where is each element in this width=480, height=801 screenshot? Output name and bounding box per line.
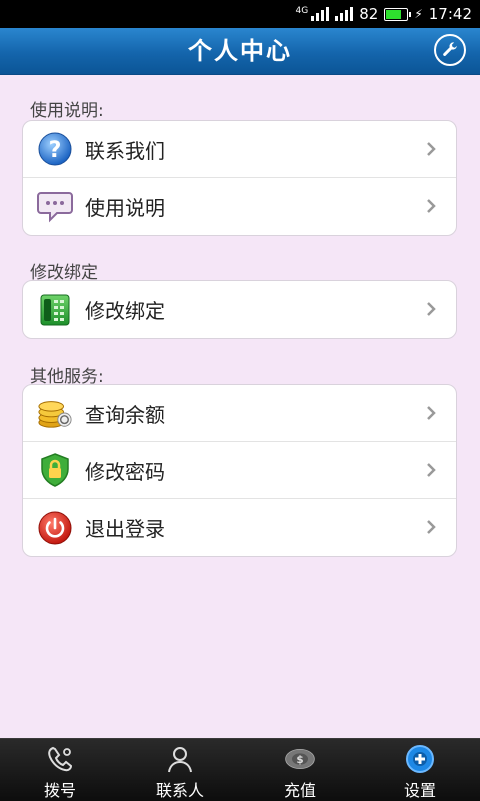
menu-item-modify-binding[interactable]: 修改绑定 bbox=[23, 281, 456, 338]
chevron-right-icon bbox=[427, 302, 436, 316]
tab-settings[interactable]: 设置 bbox=[360, 739, 480, 801]
chevron-right-icon bbox=[427, 520, 436, 534]
card-binding: 修改绑定 bbox=[22, 280, 457, 339]
menu-item-label: 联系我们 bbox=[85, 138, 165, 163]
coins-icon bbox=[37, 395, 73, 431]
menu-item-change-password[interactable]: 修改密码 bbox=[23, 442, 456, 499]
svg-text:?: ? bbox=[49, 138, 62, 163]
lock-shield-icon bbox=[37, 452, 73, 488]
menu-item-label: 修改密码 bbox=[85, 459, 165, 484]
clock: 17:42 bbox=[428, 5, 472, 23]
settings-content: 使用说明: ? 联系我们 使用说明 修改绑定 修改绑定 其他服务: 查询余额 修… bbox=[0, 74, 480, 738]
title-bar: 个人中心 bbox=[0, 28, 480, 75]
bottom-tab-bar: 拨号 联系人 $ 充值 设置 bbox=[0, 738, 480, 801]
menu-item-check-balance[interactable]: 查询余额 bbox=[23, 385, 456, 442]
tab-recharge[interactable]: $ 充值 bbox=[240, 739, 360, 801]
menu-item-label: 使用说明 bbox=[85, 196, 165, 220]
charging-icon: ⚡ bbox=[414, 7, 423, 21]
menu-item-label: 修改绑定 bbox=[85, 299, 165, 323]
contacts-icon bbox=[164, 743, 196, 775]
phone-icon bbox=[37, 292, 73, 328]
page-title: 个人中心 bbox=[188, 37, 292, 65]
tab-label: 联系人 bbox=[155, 781, 204, 800]
tab-label: 充值 bbox=[283, 781, 316, 800]
card-other-services: 查询余额 修改密码 退出登录 bbox=[22, 384, 457, 557]
status-bar: 4G 82 ⚡ 17:42 bbox=[0, 0, 480, 28]
network-type: 4G bbox=[295, 6, 309, 16]
battery-level: 82 bbox=[359, 5, 379, 23]
menu-item-label: 查询余额 bbox=[85, 402, 165, 427]
settings-icon bbox=[404, 743, 436, 775]
wrench-icon[interactable] bbox=[434, 34, 466, 66]
dial-icon bbox=[44, 743, 76, 775]
chevron-right-icon bbox=[427, 142, 436, 156]
menu-item-logout[interactable]: 退出登录 bbox=[23, 499, 456, 556]
menu-item-contact-us[interactable]: ? 联系我们 bbox=[23, 121, 456, 178]
menu-item-instructions[interactable]: 使用说明 bbox=[23, 178, 456, 235]
card-instructions: ? 联系我们 使用说明 bbox=[22, 120, 457, 236]
svg-text:$: $ bbox=[296, 754, 303, 766]
chevron-right-icon bbox=[427, 406, 436, 420]
tab-contacts[interactable]: 联系人 bbox=[120, 739, 240, 801]
battery-icon bbox=[384, 7, 412, 21]
chat-icon bbox=[37, 189, 73, 225]
help-icon: ? bbox=[37, 131, 73, 167]
cell-signal-icon-2 bbox=[335, 7, 354, 21]
chevron-right-icon bbox=[427, 199, 436, 213]
tab-dial[interactable]: 拨号 bbox=[0, 739, 120, 801]
cell-signal-icon bbox=[311, 7, 330, 21]
tab-label: 设置 bbox=[403, 781, 436, 800]
chevron-right-icon bbox=[427, 463, 436, 477]
section-title-instructions: 使用说明: bbox=[30, 101, 104, 121]
power-icon bbox=[37, 510, 73, 546]
recharge-icon: $ bbox=[284, 743, 316, 775]
menu-item-label: 退出登录 bbox=[85, 517, 165, 541]
tab-label: 拨号 bbox=[43, 781, 76, 800]
